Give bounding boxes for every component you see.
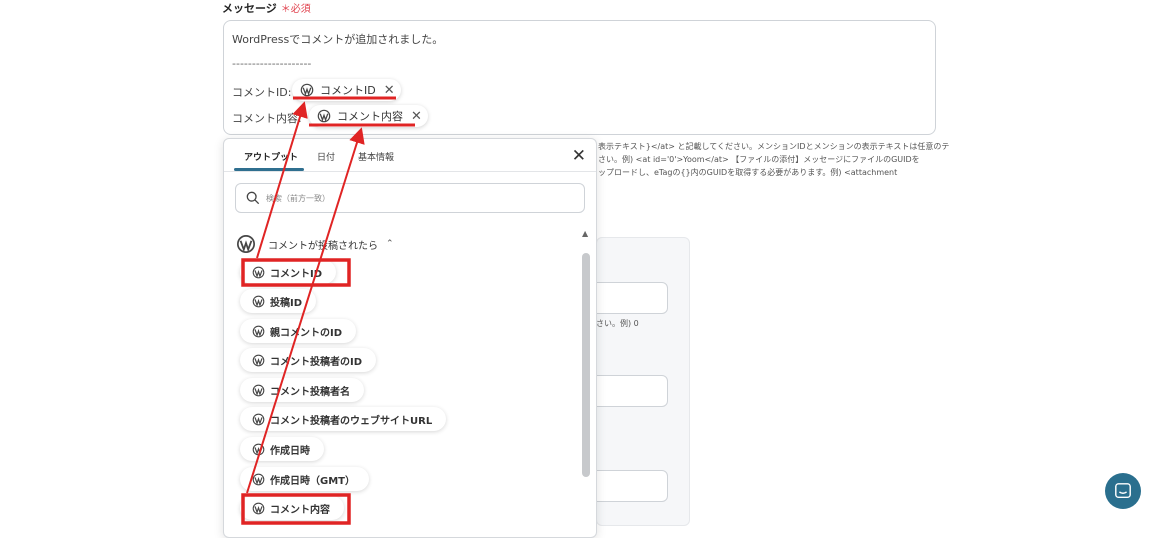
output-item-post-id[interactable]: 投稿ID bbox=[240, 289, 317, 313]
active-tab-indicator bbox=[234, 168, 304, 171]
comment-id-label: コメントID: bbox=[232, 86, 292, 99]
message-textarea[interactable]: WordPressでコメントが追加されました。 ----------------… bbox=[223, 20, 936, 135]
message-field-label: メッセージ ＊必須 bbox=[222, 2, 311, 15]
required-marker: ＊必須 bbox=[280, 4, 311, 15]
close-icon[interactable]: ✕ bbox=[384, 83, 395, 98]
close-icon[interactable]: ✕ bbox=[572, 146, 586, 166]
comment-content-label: コメント内容: bbox=[232, 112, 302, 125]
output-item-comment-author-url[interactable]: コメント投稿者のウェブサイトURL bbox=[240, 407, 447, 431]
chat-support-button[interactable] bbox=[1105, 473, 1141, 509]
background-input-3[interactable] bbox=[590, 470, 668, 502]
output-item-comment-author-name[interactable]: コメント投稿者名 bbox=[240, 378, 364, 402]
wordpress-icon bbox=[252, 502, 265, 514]
wordpress-icon bbox=[252, 354, 265, 366]
output-item-comment-content[interactable]: コメント内容 bbox=[240, 496, 344, 520]
output-item-comment-author-id[interactable]: コメント投稿者のID bbox=[240, 348, 377, 372]
scrollbar-thumb[interactable] bbox=[582, 253, 590, 477]
chat-icon bbox=[1115, 483, 1131, 499]
background-input-1[interactable] bbox=[590, 282, 668, 314]
wordpress-icon bbox=[252, 413, 265, 425]
search-input[interactable]: 検索（前方一致） bbox=[235, 183, 585, 213]
help-text-line-3: ップロードし、eTagの{}内のGUIDを取得する必要があります。例) <att… bbox=[598, 168, 898, 177]
output-item-parent-comment-id[interactable]: 親コメントのID bbox=[240, 319, 357, 343]
output-picker-popup: アウトプット 日付 基本情報 ✕ 検索（前方一致） コメントが投稿されたら ⌃ … bbox=[223, 138, 597, 538]
group-label: コメントが投稿されたら bbox=[268, 240, 378, 252]
tab-date[interactable]: 日付 bbox=[317, 150, 335, 163]
output-item-comment-id[interactable]: コメントID bbox=[240, 260, 337, 284]
picker-tabs: アウトプット 日付 基本情報 ✕ bbox=[224, 139, 596, 172]
tab-output[interactable]: アウトプット bbox=[244, 150, 298, 163]
output-item-created-at[interactable]: 作成日時 bbox=[240, 437, 324, 461]
message-line-1: WordPressでコメントが追加されました。 bbox=[232, 33, 444, 46]
wordpress-icon bbox=[237, 235, 255, 253]
background-input-2[interactable] bbox=[590, 375, 668, 407]
wordpress-icon bbox=[317, 109, 331, 123]
wordpress-icon bbox=[252, 384, 265, 396]
comment-content-token[interactable]: コメント内容 ✕ bbox=[309, 105, 428, 127]
wordpress-icon bbox=[252, 295, 265, 307]
message-divider: -------------------- bbox=[232, 57, 312, 70]
wordpress-icon bbox=[252, 266, 265, 278]
wordpress-icon bbox=[300, 83, 314, 97]
search-icon bbox=[246, 191, 260, 205]
chevron-up-icon[interactable]: ⌃ bbox=[386, 239, 394, 249]
help-text-line-2: さい。例) <at id='0'>Yoom</at> 【ファイルの添付】メッセー… bbox=[598, 155, 920, 164]
tab-basic-info[interactable]: 基本情報 bbox=[358, 150, 394, 163]
comment-id-token[interactable]: コメントID ✕ bbox=[292, 79, 401, 101]
help-text-line-1: 表示テキスト}</at> と記載してください。メンションIDとメンションの表示テ… bbox=[598, 142, 950, 151]
group-header[interactable]: コメントが投稿されたら ⌃ bbox=[236, 234, 394, 254]
comment-content-token-label: コメント内容 bbox=[337, 110, 403, 123]
search-placeholder: 検索（前方一致） bbox=[266, 194, 330, 203]
comment-id-token-label: コメントID bbox=[320, 84, 376, 97]
wordpress-icon bbox=[252, 325, 265, 337]
close-icon[interactable]: ✕ bbox=[411, 109, 422, 124]
wordpress-icon bbox=[252, 443, 265, 455]
scroll-up-arrow-icon[interactable]: ▲ bbox=[582, 229, 588, 238]
background-hint: さい。例) 0 bbox=[596, 319, 639, 328]
output-item-created-at-gmt[interactable]: 作成日時（GMT） bbox=[240, 467, 369, 491]
wordpress-icon bbox=[252, 473, 265, 485]
